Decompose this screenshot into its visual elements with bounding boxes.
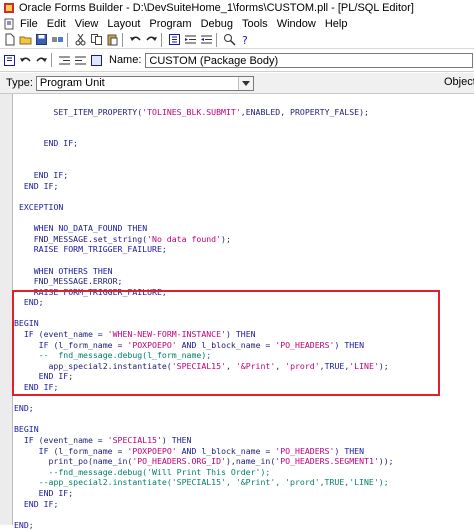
document-icon[interactable] [3, 18, 15, 30]
code-editor[interactable]: ​ SET_ITEM_PROPERTY('TOLINES_BLK.SUBMIT'… [0, 94, 474, 530]
open-icon[interactable] [19, 33, 32, 46]
outdent-icon[interactable] [200, 33, 213, 46]
type-select-value: Program Unit [39, 76, 105, 89]
code-line[interactable]: WHEN OTHERS THEN [14, 266, 472, 277]
code-line[interactable]: ​ [14, 160, 472, 171]
svg-text:?: ? [242, 34, 248, 46]
code-line[interactable]: ​ [14, 149, 472, 160]
redo-icon[interactable] [145, 33, 158, 46]
cut-icon[interactable] [74, 33, 87, 46]
help-icon[interactable]: ? [239, 33, 252, 46]
code-line[interactable]: ​ [14, 414, 472, 425]
code-line[interactable]: BEGIN [14, 318, 472, 329]
code-line[interactable]: FND_MESSAGE.set_string('No data found'); [14, 234, 472, 245]
type-label: Type: [6, 77, 33, 89]
code-line[interactable]: END IF; [14, 488, 472, 499]
name-field[interactable]: CUSTOM (Package Body) [145, 52, 474, 68]
code-line[interactable]: IF (event_name = 'SPECIAL15') THEN [14, 435, 472, 446]
code-line[interactable]: IF (l_form_name = 'POXPOEPO' AND l_block… [14, 340, 472, 351]
code-line[interactable]: IF (l_form_name = 'POXPOEPO' AND l_block… [14, 446, 472, 457]
code-line[interactable]: END IF; [14, 170, 472, 181]
undo-icon[interactable] [129, 33, 142, 46]
menu-file[interactable]: File [20, 18, 38, 30]
code-line[interactable]: -- fnd_message.debug(l_form_name); [14, 350, 472, 361]
menu-program[interactable]: Program [149, 18, 191, 30]
code-line[interactable]: ​ [14, 255, 472, 266]
paste-icon[interactable] [106, 33, 119, 46]
compile-icon[interactable] [90, 54, 103, 67]
code-line[interactable]: END; [14, 403, 472, 414]
menu-debug[interactable]: Debug [201, 18, 233, 30]
code-line[interactable]: ​ [14, 509, 472, 520]
find-icon[interactable] [223, 33, 236, 46]
code-line[interactable]: RAISE FORM_TRIGGER_FAILURE; [14, 244, 472, 255]
outdent-icon[interactable] [74, 54, 87, 67]
code-line[interactable]: END IF; [14, 382, 472, 393]
redo-icon[interactable] [35, 54, 48, 67]
oracle-forms-icon [4, 3, 14, 13]
menu-tools[interactable]: Tools [242, 18, 268, 30]
code-line[interactable]: --fnd_message.debug('Will Print This Ord… [14, 467, 472, 478]
menu-layout[interactable]: Layout [107, 18, 140, 30]
menu-edit[interactable]: Edit [47, 18, 66, 30]
code-line[interactable]: ​ [14, 96, 472, 107]
code-line[interactable]: END IF; [14, 181, 472, 192]
name-label: Name: [109, 54, 142, 66]
code-line[interactable]: IF (event_name = 'WHEN-NEW-FORM-INSTANCE… [14, 329, 472, 340]
code-line[interactable]: app_special2.instantiate('SPECIAL15', '&… [14, 361, 472, 372]
code-line[interactable]: ​ [14, 117, 472, 128]
save-icon[interactable] [35, 33, 48, 46]
title-bar: Oracle Forms Builder - D:\DevSuiteHome_1… [0, 0, 474, 16]
menu-help[interactable]: Help [325, 18, 348, 30]
toolbar: ? [0, 31, 474, 49]
menu-view[interactable]: View [75, 18, 99, 30]
menu-window[interactable]: Window [277, 18, 316, 30]
code-line[interactable]: END; [14, 297, 472, 308]
code-area[interactable]: ​ SET_ITEM_PROPERTY('TOLINES_BLK.SUBMIT'… [14, 96, 472, 530]
code-line[interactable]: END IF; [14, 371, 472, 382]
copy-icon[interactable] [90, 33, 103, 46]
code-line[interactable]: BEGIN [14, 424, 472, 435]
name-bar: Name: CUSTOM (Package Body) [0, 49, 474, 72]
code-line[interactable]: --app_special2.instantiate('SPECIAL15', … [14, 477, 472, 488]
code-line[interactable]: SET_ITEM_PROPERTY('TOLINES_BLK.SUBMIT',E… [14, 107, 472, 118]
code-line[interactable]: RAISE FORM_TRIGGER_FAILURE; [14, 287, 472, 298]
compile-icon[interactable] [168, 33, 181, 46]
indent-icon[interactable] [58, 54, 71, 67]
window-title: Oracle Forms Builder - D:\DevSuiteHome_1… [19, 2, 414, 14]
code-line[interactable]: ​ [14, 308, 472, 319]
compile-icon[interactable] [3, 54, 16, 67]
code-line[interactable]: EXCEPTION [14, 202, 472, 213]
type-select[interactable]: Program Unit [35, 75, 254, 91]
menu-bar: File Edit View Layout Program Debug Tool… [0, 16, 474, 31]
code-line[interactable]: ​ [14, 191, 472, 202]
chevron-down-icon[interactable] [237, 76, 253, 90]
undo-icon[interactable] [19, 54, 32, 67]
code-line[interactable]: FND_MESSAGE.ERROR; [14, 276, 472, 287]
code-line[interactable]: WHEN NO_DATA_FOUND THEN [14, 223, 472, 234]
object-label: Object: [444, 76, 474, 88]
editor-gutter [0, 94, 13, 525]
code-line[interactable]: print_po(name_in('PO_HEADERS.ORG_ID'),na… [14, 456, 472, 467]
type-bar: Type: Program Unit Object: [0, 73, 474, 94]
code-line[interactable]: ​ [14, 128, 472, 139]
code-line[interactable]: END IF; [14, 499, 472, 510]
new-icon[interactable] [3, 33, 16, 46]
code-line[interactable]: ​ [14, 393, 472, 404]
connect-icon[interactable] [51, 33, 64, 46]
indent-icon[interactable] [184, 33, 197, 46]
code-line[interactable]: ​ [14, 213, 472, 224]
code-line[interactable]: END IF; [14, 138, 472, 149]
